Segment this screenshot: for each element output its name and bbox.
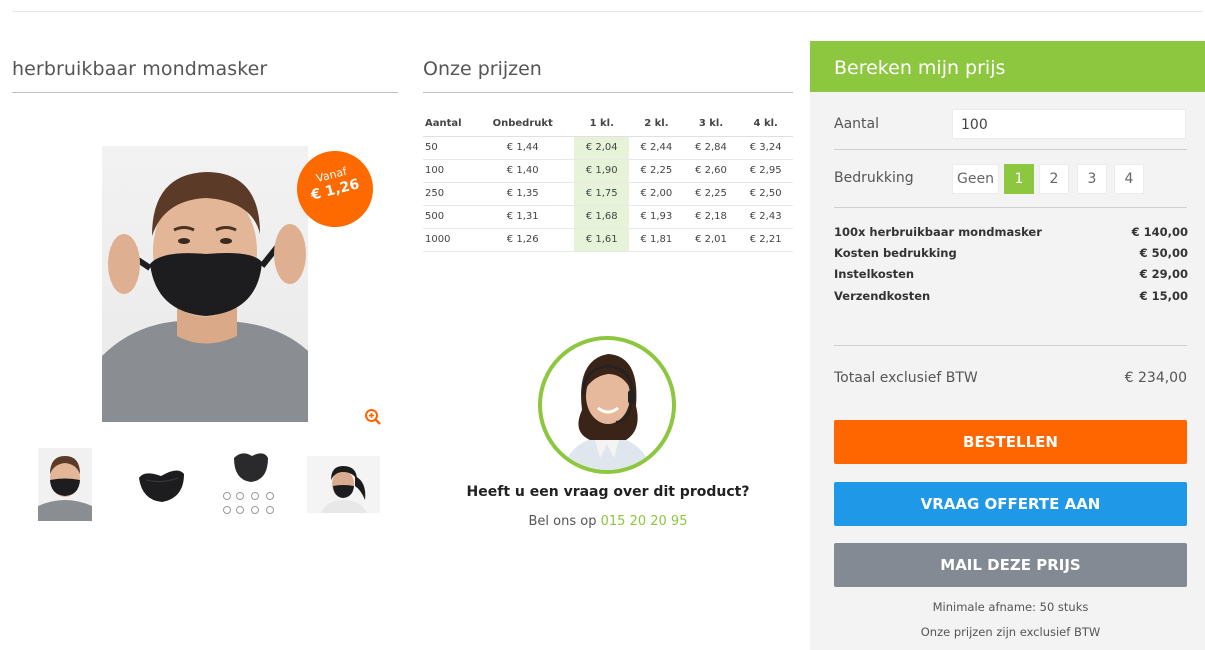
table-cell: € 1,44 (471, 136, 575, 160)
table-cell: € 1,90 (574, 159, 630, 183)
table-cell: 250 (423, 182, 471, 206)
calc-divider (834, 345, 1187, 346)
thumbnail-4[interactable] (307, 456, 380, 513)
table-cell: € 2,04 (574, 136, 630, 160)
minimum-order-note: Minimale afname: 50 stuks (932, 600, 1089, 614)
quantity-label: Aantal (834, 116, 879, 132)
print-option-3[interactable]: 3 (1077, 164, 1107, 194)
support-call-line: Bel ons op 015 20 20 95 (430, 514, 786, 529)
table-cell: 1000 (423, 228, 471, 252)
top-divider (12, 11, 1202, 12)
table-cell: € 2,25 (683, 182, 739, 206)
table-cell: € 1,81 (629, 228, 684, 252)
cost-row: Verzendkosten € 15,00 (834, 289, 1188, 305)
table-cell: € 1,31 (471, 205, 575, 229)
cost-value: € 140,00 (1131, 225, 1188, 239)
table-row: 500 € 1,31 € 1,68 € 1,93 € 2,18 € 2,43 (423, 205, 793, 229)
print-option-4[interactable]: 4 (1114, 164, 1144, 194)
col-header-quantity: Aantal (423, 112, 471, 137)
table-cell: € 2,95 (738, 159, 793, 183)
cost-value: € 29,00 (1139, 267, 1188, 281)
total-label: Totaal exclusief BTW (834, 370, 978, 386)
table-cell: € 2,50 (738, 182, 793, 206)
price-table-header-row: Aantal Onbedrukt 1 kl. 2 kl. 3 kl. 4 kl. (423, 112, 793, 137)
table-cell: € 1,68 (574, 205, 630, 229)
table-cell: € 1,61 (574, 228, 630, 252)
thumbnail-1[interactable] (38, 448, 92, 521)
thumbnail-2[interactable] (134, 456, 188, 510)
product-title-divider (12, 92, 398, 93)
table-cell: € 2,43 (738, 205, 793, 229)
request-quote-button[interactable]: VRAAG OFFERTE AAN (834, 482, 1187, 526)
print-option-1[interactable]: 1 (1004, 164, 1034, 194)
table-row: 100 € 1,40 € 1,90 € 2,25 € 2,60 € 2,95 (423, 159, 793, 183)
call-prefix: Bel ons op (528, 514, 597, 529)
vat-note: Onze prijzen zijn exclusief BTW (920, 625, 1101, 639)
product-title: herbruikbaar mondmasker (12, 58, 268, 80)
col-header-4-color: 4 kl. (738, 112, 793, 137)
cost-label: 100x herbruikbaar mondmasker (834, 225, 1042, 239)
col-header-3-color: 3 kl. (683, 112, 739, 137)
col-header-unprinted: Onbedrukt (471, 112, 575, 137)
table-cell: € 2,01 (683, 228, 739, 252)
print-option-none[interactable]: Geen (952, 164, 999, 194)
table-cell: 500 (423, 205, 471, 229)
cost-value: € 15,00 (1139, 289, 1188, 303)
table-cell: € 2,44 (629, 136, 684, 160)
cost-label: Instelkosten (834, 267, 915, 281)
table-row: 250 € 1,35 € 1,75 € 2,00 € 2,25 € 2,50 (423, 182, 793, 206)
print-label: Bedrukking (834, 170, 914, 186)
cost-row: 100x herbruikbaar mondmasker € 140,00 (834, 225, 1188, 241)
phone-number-link[interactable]: 015 20 20 95 (601, 514, 688, 529)
quantity-input[interactable]: 100 (952, 109, 1186, 139)
prices-title-divider (423, 92, 793, 93)
prices-title: Onze prijzen (423, 58, 542, 80)
order-button[interactable]: BESTELLEN (834, 420, 1187, 464)
table-cell: € 1,26 (471, 228, 575, 252)
cost-row: Kosten bedrukking € 50,00 (834, 246, 1188, 262)
table-cell: € 2,18 (683, 205, 739, 229)
table-cell: € 2,84 (683, 136, 739, 160)
print-option-2[interactable]: 2 (1039, 164, 1069, 194)
calc-divider (834, 207, 1187, 208)
cost-label: Kosten bedrukking (834, 246, 957, 260)
table-cell: € 1,75 (574, 182, 630, 206)
table-cell: € 2,21 (738, 228, 793, 252)
support-question: Heeft u een vraag over dit product? (466, 484, 750, 500)
cost-row: Instelkosten € 29,00 (834, 267, 1188, 283)
zoom-in-icon[interactable] (364, 408, 382, 426)
table-row: 1000 € 1,26 € 1,61 € 1,81 € 2,01 € 2,21 (423, 228, 793, 252)
product-main-image[interactable] (102, 146, 308, 422)
table-cell: € 2,00 (629, 182, 684, 206)
col-header-1-color: 1 kl. (574, 112, 630, 137)
table-cell: € 2,60 (683, 159, 739, 183)
table-cell: 50 (423, 136, 471, 160)
cost-label: Verzendkosten (834, 289, 931, 303)
table-row: 50 € 1,44 € 2,04 € 2,44 € 2,84 € 3,24 (423, 136, 793, 160)
calculator-title: Bereken mijn prijs (810, 41, 1205, 92)
col-header-2-color: 2 kl. (629, 112, 684, 137)
table-cell: € 1,93 (629, 205, 684, 229)
calc-divider (834, 149, 1187, 150)
table-cell: € 2,25 (629, 159, 684, 183)
table-cell: € 3,24 (738, 136, 793, 160)
thumbnail-3[interactable] (218, 446, 280, 520)
table-cell: € 1,40 (471, 159, 575, 183)
total-value: € 234,00 (1124, 370, 1187, 386)
price-table: Aantal Onbedrukt 1 kl. 2 kl. 3 kl. 4 kl.… (423, 112, 793, 252)
support-agent-photo (538, 336, 676, 474)
table-cell: € 1,35 (471, 182, 575, 206)
table-cell: 100 (423, 159, 471, 183)
mail-price-button[interactable]: MAIL DEZE PRIJS (834, 543, 1187, 587)
price-calculator: Bereken mijn prijs Aantal 100 Bedrukking… (810, 41, 1205, 650)
cost-value: € 50,00 (1139, 246, 1188, 260)
